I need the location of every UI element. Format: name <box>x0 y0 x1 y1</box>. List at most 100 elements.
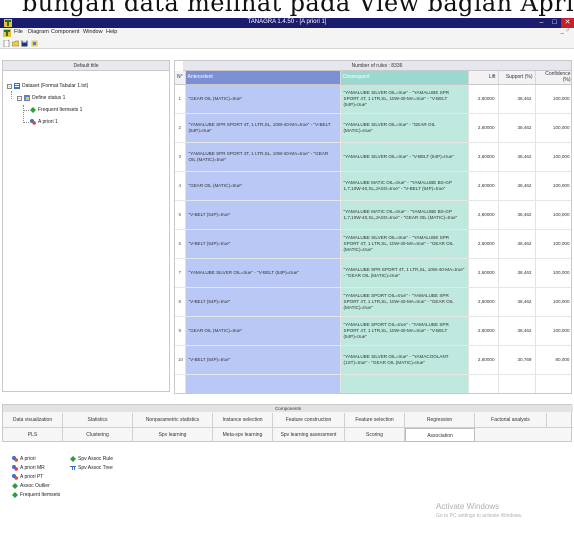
collapse-icon[interactable]: − <box>7 83 12 89</box>
tab-association[interactable]: Association <box>405 428 475 442</box>
col-header-consequent[interactable]: Consequent <box>340 71 469 85</box>
title-bar: TANAGRA 1.4.50 - [A priori 1] – □ ✕ <box>0 18 574 28</box>
tree-item-define-status[interactable]: − Define status 1 <box>17 95 65 101</box>
open-icon[interactable] <box>12 40 19 47</box>
rules-count-title: Number of rules : 8336 <box>183 61 571 71</box>
table-row: 6 "V-BELT (54P)=true" "YAMALUBE SILVER OIL… <box>175 229 571 259</box>
tab-pls[interactable]: PLS <box>3 428 63 442</box>
tab-scoring[interactable]: Scoring <box>345 428 405 442</box>
rule-lift: 2,60000 <box>468 287 499 317</box>
component-apriori[interactable]: A priori <box>12 456 36 462</box>
mdi-window-icon <box>3 29 11 37</box>
diagram-tree-panel: Default title − Dataset (Format Tabular … <box>2 60 170 392</box>
tree-item-frequent-itemsets[interactable]: Frequent Itemsets 1 <box>30 107 82 113</box>
rule-confidence: 100,000 <box>535 258 571 288</box>
apriori-icon <box>30 119 36 125</box>
component-frequent-itemsets[interactable]: Frequent Itemsets <box>12 492 60 498</box>
rule-antecedent: "YAMALUBE SPR SPORT 4T, 1 LTR,SL, 10W-40… <box>185 142 341 172</box>
col-header-n[interactable]: N° <box>175 71 186 85</box>
watermark-subtitle: Go to PC settings to activate Windows. <box>436 513 523 519</box>
tab-spv-learning[interactable]: Spv learning <box>133 428 213 442</box>
tree-item-dataset[interactable]: − Dataset (Format Tabular 1.txt) <box>7 83 88 89</box>
rule-confidence: 100,000 <box>535 142 571 172</box>
tab-regression[interactable]: Regression <box>405 413 475 427</box>
mdi-restore-controls[interactable]: _ ♂ <box>560 28 570 34</box>
col-header-support[interactable]: Support (%) <box>498 71 536 85</box>
rule-confidence: 100,000 <box>535 200 571 230</box>
rule-support: 38,462 <box>498 316 536 346</box>
spv-assoc-rule-icon <box>70 456 76 462</box>
tab-clustering[interactable]: Clustering <box>63 428 133 442</box>
component-apriori-mr[interactable]: A priori MR <box>12 465 45 471</box>
rule-consequent: "YAMALUBE MATIC OIL=true" - "YAMALUBE BS… <box>340 200 469 230</box>
component-spv-assoc-tree[interactable]: Spv Assoc Tree <box>70 465 113 471</box>
tab-feature-selection[interactable]: Feature selection <box>345 413 405 427</box>
collapse-icon[interactable]: − <box>17 95 22 101</box>
save-icon[interactable] <box>21 40 28 47</box>
table-row: 2 "YAMALUBE SPR SPORT 4T, 1 LTR,SL, 10W-4… <box>175 113 571 143</box>
tab-spv-learning-assessment[interactable]: Spv learning assessment <box>273 428 345 442</box>
component-assoc-outlier[interactable]: Assoc Outlier <box>12 483 50 489</box>
component-label: A priori PT <box>20 474 44 480</box>
table-header-row: N° Antecedent Consequent Lift Support (%… <box>175 71 571 85</box>
tree-item-label: A priori 1 <box>38 119 58 125</box>
tab-data-visualization[interactable]: Data visualization <box>3 413 63 427</box>
component-apriori-pt[interactable]: A priori PT <box>12 474 43 480</box>
rule-number: 2 <box>175 113 186 143</box>
components-title: Components <box>3 405 573 412</box>
frequent-itemsets-icon <box>30 107 36 113</box>
rule-antecedent: "GEAR OIL (MATIC)=true" <box>185 171 341 201</box>
menu-component[interactable]: Component <box>51 29 79 35</box>
table-row: 8 "V-BELT (54P)=true" "YAMALUBE SPORT OIL=… <box>175 287 571 317</box>
tab-factorial-analysis[interactable]: Factorial analysis <box>475 413 547 427</box>
close-button[interactable]: ✕ <box>561 18 574 28</box>
rule-confidence: 100,000 <box>535 229 571 259</box>
col-header-antecedent[interactable]: Antecedent <box>185 71 341 85</box>
rule-support: 38,462 <box>498 113 536 143</box>
rule-number: 10 <box>175 345 186 375</box>
tree-item-apriori[interactable]: A priori 1 <box>30 119 58 125</box>
caption-text: bungan data melihat pada View bagian Apr… <box>22 0 574 17</box>
rule-confidence: 80,000 <box>535 345 571 375</box>
minimize-button[interactable]: – <box>535 18 548 28</box>
tree-connector <box>11 91 12 99</box>
table-row: 7 "YAMALUBE SILVER OIL=true" - "V-BELT (5… <box>175 258 571 288</box>
tab-nonparametric-statistics[interactable]: Nonparametric statistics <box>133 413 213 427</box>
rule-lift: 2,60000 <box>468 171 499 201</box>
rule-lift: 2,60000 <box>468 84 499 114</box>
table-row: 1 "GEAR OIL (MATIC)=true" "YAMALUBE SILVER… <box>175 84 571 114</box>
tab-meta-spv-learning[interactable]: Meta-spv learning <box>213 428 273 442</box>
component-label: Assoc Outlier <box>20 483 50 489</box>
tree-item-label: Frequent Itemsets 1 <box>38 107 83 113</box>
tree-connector <box>23 122 29 123</box>
wizard-icon[interactable] <box>31 40 38 47</box>
col-header-lift[interactable]: Lift <box>468 71 499 85</box>
tab-feature-construction[interactable]: Feature construction <box>273 413 345 427</box>
rule-support: 38,462 <box>498 171 536 201</box>
table-row-partial <box>175 374 571 393</box>
menu-file[interactable]: File <box>14 29 23 35</box>
menu-help[interactable]: Help <box>106 29 117 35</box>
menu-diagram[interactable]: Diagram <box>28 29 49 35</box>
rule-number: 9 <box>175 316 186 346</box>
maximize-button[interactable]: □ <box>548 18 561 28</box>
tab-statistics[interactable]: Statistics <box>63 413 133 427</box>
menu-window[interactable]: Window <box>83 29 103 35</box>
frequent-itemsets-icon <box>12 492 18 498</box>
rule-consequent: "YAMALUBE SILVER OIL=true" - "GEAR OIL (… <box>340 113 469 143</box>
rule-consequent: "YAMALUBE SILVER OIL=true" - "YAMALUBE S… <box>340 84 469 114</box>
rule-antecedent: "YAMALUBE SILVER OIL=true" - "V-BELT (54… <box>185 258 341 288</box>
rule-antecedent: "V-BELT (54P)=true" <box>185 345 341 375</box>
tree-item-label: Define status 1 <box>32 95 66 101</box>
rule-consequent: "YAMALUBE SILVER OIL=true" - "V-BELT (54… <box>340 142 469 172</box>
components-palette: Components Data visualization Statistics… <box>2 404 573 442</box>
new-icon[interactable] <box>3 40 10 47</box>
tab-instance-selection[interactable]: Instance selection <box>213 413 273 427</box>
tree-connector <box>23 110 29 111</box>
diagram-title: Default title <box>3 61 169 71</box>
rule-number: 5 <box>175 200 186 230</box>
component-spv-assoc-rule[interactable]: Spv Assoc Rule <box>70 456 113 462</box>
rule-lift: 2,60000 <box>468 200 499 230</box>
rule-lift: 2,60000 <box>468 316 499 346</box>
col-header-confidence[interactable]: Confidence (%) <box>535 71 571 85</box>
